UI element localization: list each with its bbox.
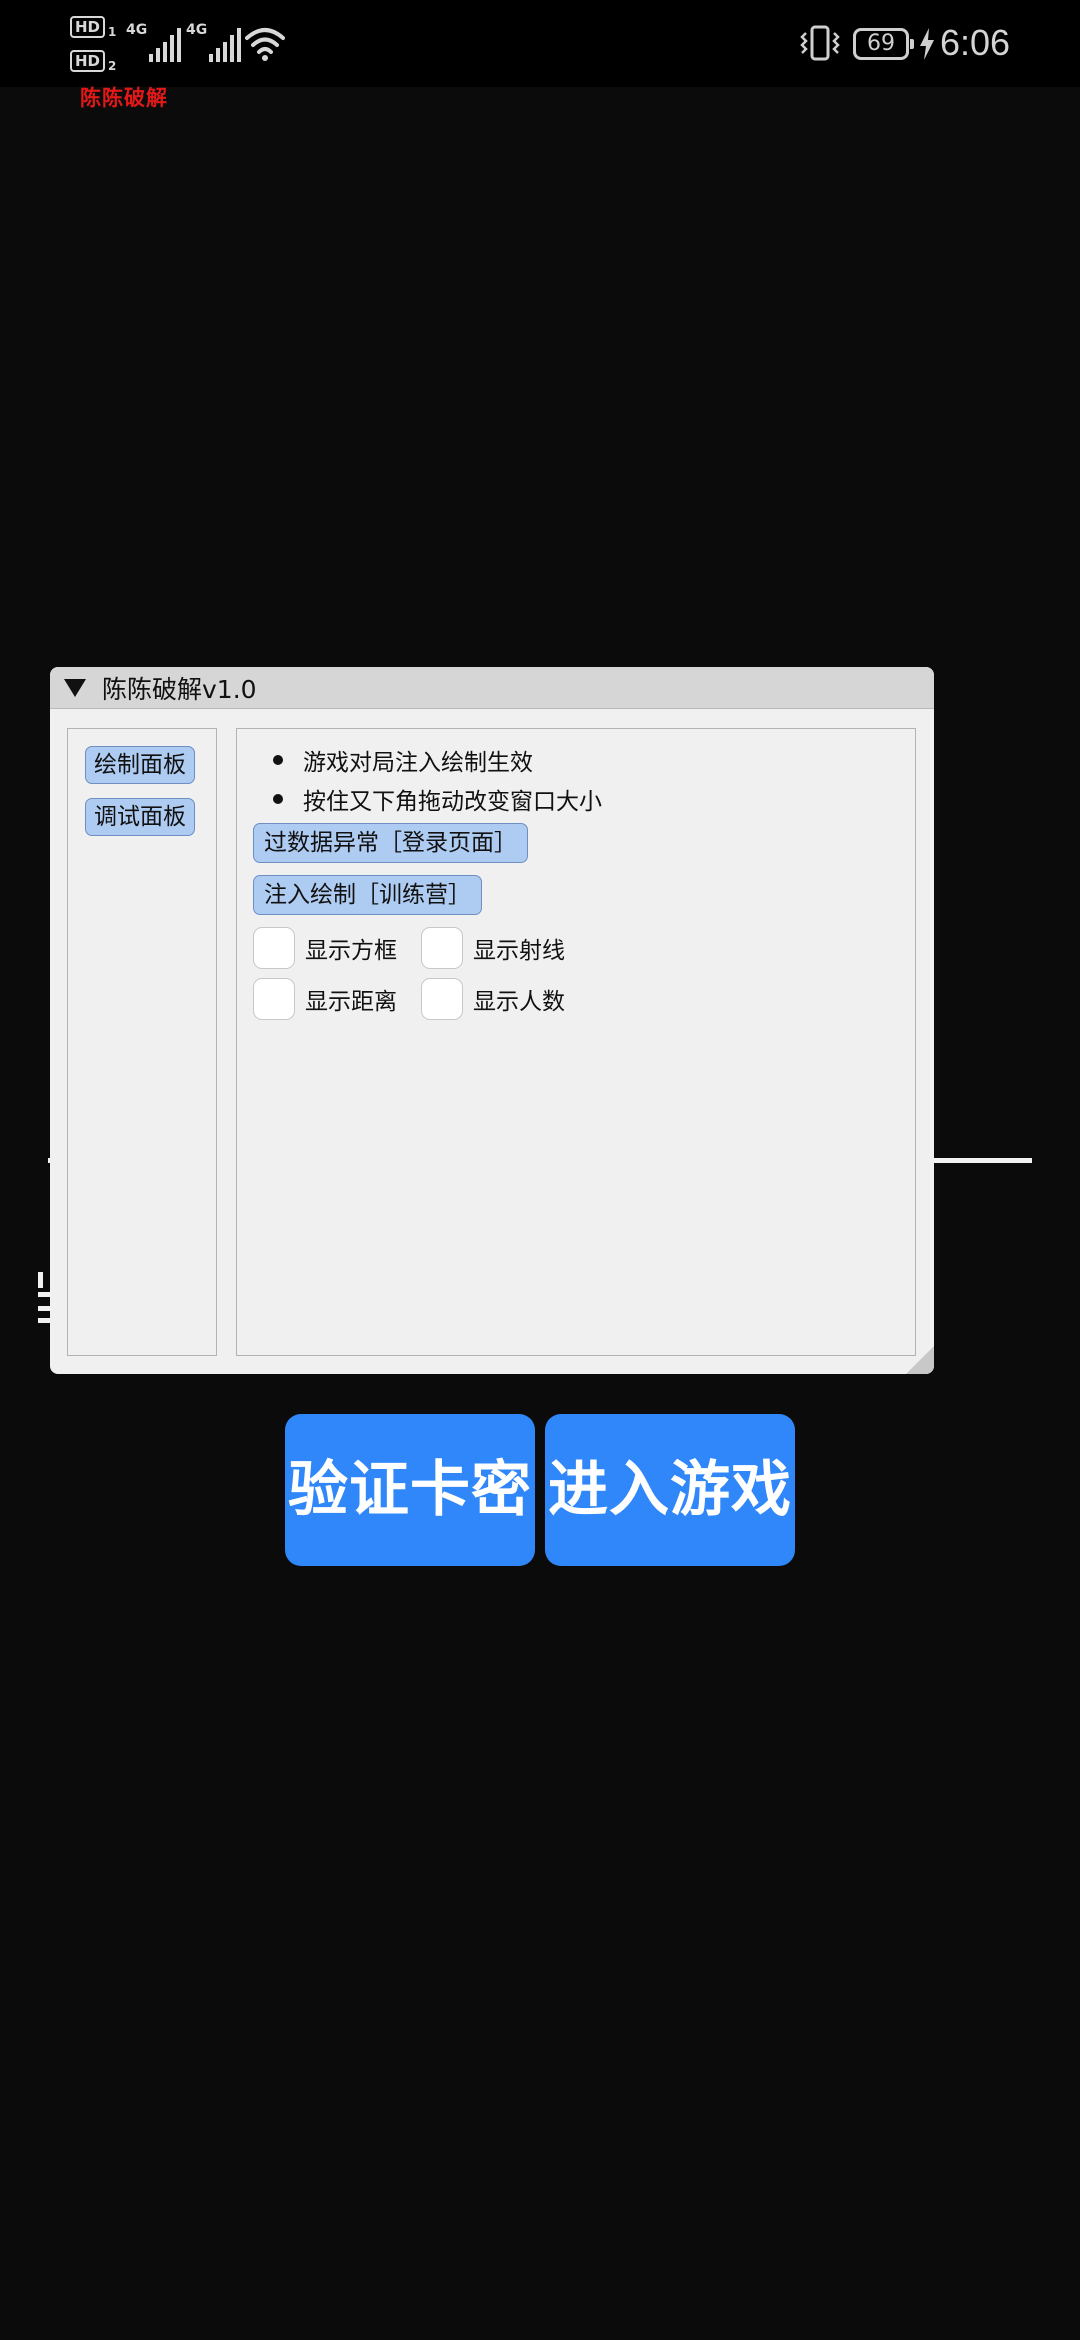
sidebar-item-debug-panel[interactable]: 调试面板 <box>85 798 195 836</box>
signal-icon <box>209 28 242 62</box>
sim2-signal: 4G <box>186 22 242 62</box>
options-row: 显示方框 显示射线 <box>253 927 589 969</box>
bypass-data-exception-button[interactable]: 过数据异常［登录页面］ <box>253 823 528 863</box>
battery-icon: 69 <box>853 28 914 60</box>
status-clock: 6:06 <box>940 22 1011 63</box>
bullet-icon <box>273 794 283 804</box>
window-title: 陈陈破解v1.0 <box>102 674 257 704</box>
signal-icon <box>149 28 182 62</box>
checkbox[interactable] <box>253 927 295 969</box>
hd-badge-2: HD 2 <box>70 50 116 72</box>
charging-icon <box>920 28 934 60</box>
checkbox[interactable] <box>253 978 295 1020</box>
collapse-triangle-icon[interactable] <box>64 678 86 697</box>
vibrate-icon <box>800 25 840 61</box>
options-row: 显示距离 显示人数 <box>253 978 589 1020</box>
verify-card-key-button[interactable]: 验证卡密 <box>285 1414 535 1566</box>
wifi-icon <box>245 28 285 61</box>
mod-menu-window[interactable]: 陈陈破解v1.0 绘制面板 调试面板 游戏对局注入绘制生效 按住又下角拖动改变窗… <box>50 667 934 1374</box>
bullet-icon <box>273 755 283 765</box>
checkbox[interactable] <box>421 927 463 969</box>
hd-icon: HD <box>70 16 106 38</box>
option-show-distance[interactable]: 显示距离 <box>253 978 421 1020</box>
hd-icon: HD <box>70 50 106 72</box>
sidebar-item-draw-panel[interactable]: 绘制面板 <box>85 746 195 784</box>
note-item: 游戏对局注入绘制生效 <box>253 743 533 777</box>
background-line <box>934 1158 1032 1163</box>
sidebar-panel: 绘制面板 调试面板 <box>67 728 217 1356</box>
inject-draw-button[interactable]: 注入绘制［训练营］ <box>253 875 482 915</box>
option-show-box[interactable]: 显示方框 <box>253 927 421 969</box>
window-title-bar[interactable]: 陈陈破解v1.0 <box>50 667 934 709</box>
note-item: 按住又下角拖动改变窗口大小 <box>253 782 602 816</box>
content-panel: 游戏对局注入绘制生效 按住又下角拖动改变窗口大小 过数据异常［登录页面］ 注入绘… <box>236 728 916 1356</box>
screen: HD 1 HD 2 4G 4G 69 6:06 陈陈破解 陈陈破解v1.0 绘制… <box>0 0 1080 2340</box>
option-show-ray[interactable]: 显示射线 <box>421 927 589 969</box>
overlay-watermark-text: 陈陈破解 <box>80 86 168 110</box>
status-bar: HD 1 HD 2 4G 4G 69 6:06 <box>0 0 1080 87</box>
sim1-signal: 4G <box>126 22 182 62</box>
option-show-player-count[interactable]: 显示人数 <box>421 978 589 1020</box>
hd-badge-1: HD 1 <box>70 16 116 38</box>
enter-game-button[interactable]: 进入游戏 <box>545 1414 795 1566</box>
checkbox[interactable] <box>421 978 463 1020</box>
resize-grip-icon[interactable] <box>906 1346 934 1374</box>
